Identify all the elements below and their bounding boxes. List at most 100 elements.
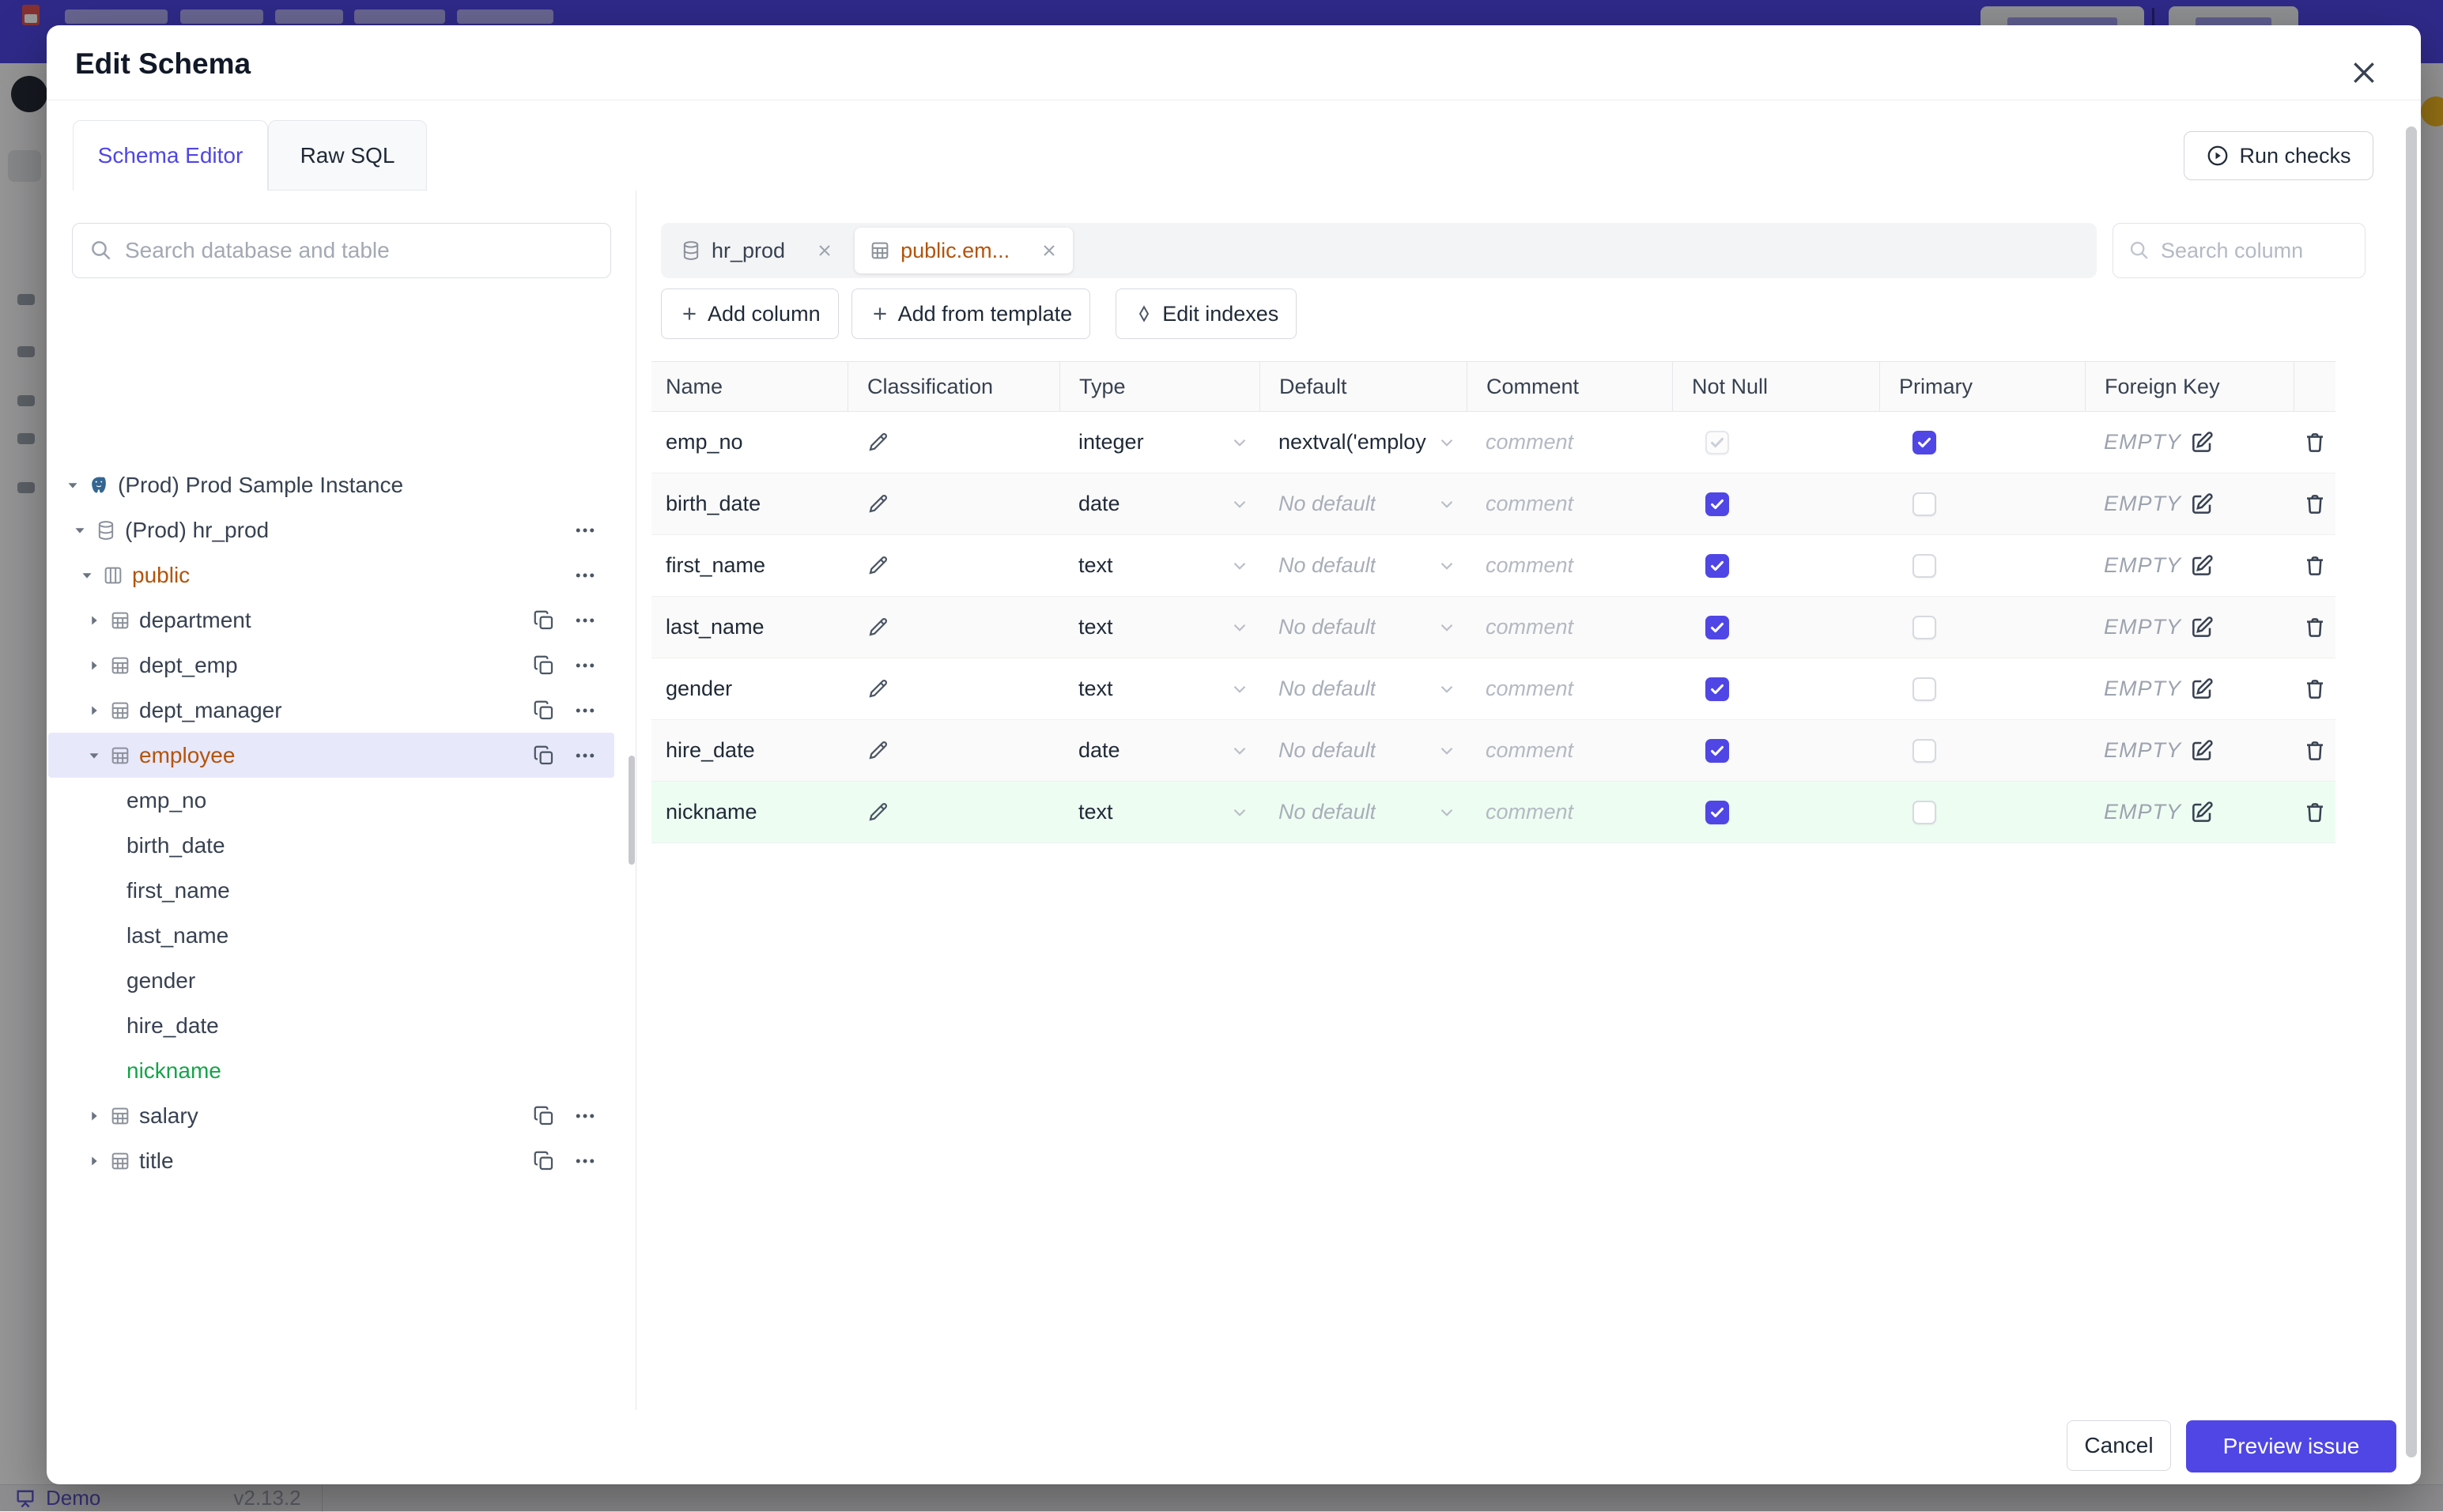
column-name-cell[interactable]: nickname — [651, 782, 848, 843]
primary-checkbox[interactable] — [1912, 801, 1936, 824]
type-select[interactable]: text — [1059, 535, 1259, 596]
default-select[interactable]: No default — [1259, 658, 1467, 719]
column-name-cell[interactable]: gender — [651, 658, 848, 719]
preview-issue-button[interactable]: Preview issue — [2186, 1420, 2396, 1472]
primary-checkbox[interactable] — [1912, 739, 1936, 763]
edit-foreign-key-icon[interactable] — [2189, 677, 2215, 702]
more-actions-icon[interactable] — [573, 1104, 597, 1128]
edit-indexes-button[interactable]: Edit indexes — [1116, 288, 1297, 339]
tree-item-dept_manager[interactable]: dept_manager — [48, 688, 614, 733]
delete-column-icon[interactable] — [2302, 492, 2328, 517]
tree-item-salary[interactable]: salary — [48, 1093, 614, 1138]
delete-column-icon[interactable] — [2302, 800, 2328, 825]
not-null-checkbox[interactable] — [1705, 431, 1729, 454]
delete-column-icon[interactable] — [2302, 430, 2328, 455]
tree-item-dept_emp[interactable]: dept_emp — [48, 643, 614, 688]
add-from-template-button[interactable]: Add from template — [851, 288, 1091, 339]
edit-classification-icon[interactable] — [867, 616, 890, 639]
caret-right-icon[interactable] — [85, 1107, 103, 1125]
edit-classification-icon[interactable] — [867, 801, 890, 824]
caret-right-icon[interactable] — [85, 1152, 103, 1170]
not-null-checkbox[interactable] — [1705, 616, 1729, 639]
add-column-button[interactable]: Add column — [661, 288, 839, 339]
caret-right-icon[interactable] — [85, 702, 103, 719]
default-select[interactable]: No default — [1259, 597, 1467, 658]
comment-input[interactable]: comment — [1467, 782, 1672, 843]
comment-input[interactable]: comment — [1467, 473, 1672, 534]
close-icon[interactable] — [2348, 57, 2380, 89]
edit-foreign-key-icon[interactable] — [2189, 553, 2215, 579]
primary-checkbox[interactable] — [1912, 677, 1936, 701]
column-name-cell[interactable]: hire_date — [651, 720, 848, 781]
tree-item-public[interactable]: public — [48, 552, 614, 598]
edit-classification-icon[interactable] — [867, 492, 890, 516]
caret-down-icon[interactable] — [78, 567, 96, 584]
default-select[interactable]: No default — [1259, 782, 1467, 843]
editor-tab-hr_prod[interactable]: hr_prod — [666, 228, 848, 273]
delete-column-icon[interactable] — [2302, 553, 2328, 579]
caret-down-icon[interactable] — [85, 747, 103, 764]
tree-column-nickname[interactable]: nickname — [48, 1048, 614, 1093]
tab-schema-editor[interactable]: Schema Editor — [73, 120, 268, 190]
default-select[interactable]: No default — [1259, 535, 1467, 596]
edit-foreign-key-icon[interactable] — [2189, 615, 2215, 640]
type-select[interactable]: text — [1059, 782, 1259, 843]
more-actions-icon[interactable] — [573, 654, 597, 677]
cancel-button[interactable]: Cancel — [2067, 1420, 2171, 1471]
not-null-checkbox[interactable] — [1705, 554, 1729, 578]
edit-classification-icon[interactable] — [867, 554, 890, 578]
primary-checkbox[interactable] — [1912, 616, 1936, 639]
more-actions-icon[interactable] — [573, 609, 597, 632]
type-select[interactable]: text — [1059, 658, 1259, 719]
sidebar-scrollbar[interactable] — [629, 756, 635, 865]
delete-column-icon[interactable] — [2302, 615, 2328, 640]
tree-item-employee[interactable]: employee — [48, 733, 614, 778]
tree-column-last_name[interactable]: last_name — [48, 913, 614, 958]
caret-down-icon[interactable] — [71, 522, 89, 539]
tree-item-title[interactable]: title — [48, 1138, 614, 1183]
primary-checkbox[interactable] — [1912, 431, 1936, 454]
comment-input[interactable]: comment — [1467, 720, 1672, 781]
more-actions-icon[interactable] — [573, 699, 597, 722]
edit-foreign-key-icon[interactable] — [2189, 430, 2215, 455]
type-select[interactable]: text — [1059, 597, 1259, 658]
edit-foreign-key-icon[interactable] — [2189, 738, 2215, 764]
delete-column-icon[interactable] — [2302, 677, 2328, 702]
not-null-checkbox[interactable] — [1705, 677, 1729, 701]
comment-input[interactable]: comment — [1467, 597, 1672, 658]
editor-tab-public-em-[interactable]: public.em... — [855, 228, 1073, 273]
tree-item--prod-hr_prod[interactable]: (Prod) hr_prod — [48, 507, 614, 552]
delete-column-icon[interactable] — [2302, 738, 2328, 764]
column-search-input[interactable] — [2113, 223, 2366, 278]
comment-input[interactable]: comment — [1467, 412, 1672, 473]
type-select[interactable]: date — [1059, 720, 1259, 781]
close-tab-icon[interactable] — [1040, 241, 1059, 260]
edit-classification-icon[interactable] — [867, 739, 890, 763]
duplicate-table-icon[interactable] — [532, 744, 556, 767]
edit-foreign-key-icon[interactable] — [2189, 492, 2215, 517]
tree-item-department[interactable]: department — [48, 598, 614, 643]
tree-search-input[interactable] — [72, 223, 611, 278]
duplicate-table-icon[interactable] — [532, 609, 556, 632]
column-name-cell[interactable]: last_name — [651, 597, 848, 658]
caret-right-icon[interactable] — [85, 657, 103, 674]
edit-foreign-key-icon[interactable] — [2189, 800, 2215, 825]
type-select[interactable]: date — [1059, 473, 1259, 534]
comment-input[interactable]: comment — [1467, 658, 1672, 719]
not-null-checkbox[interactable] — [1705, 492, 1729, 516]
not-null-checkbox[interactable] — [1705, 739, 1729, 763]
more-actions-icon[interactable] — [573, 518, 597, 542]
duplicate-table-icon[interactable] — [532, 1149, 556, 1173]
type-select[interactable]: integer — [1059, 412, 1259, 473]
column-name-cell[interactable]: first_name — [651, 535, 848, 596]
not-null-checkbox[interactable] — [1705, 801, 1729, 824]
duplicate-table-icon[interactable] — [532, 699, 556, 722]
default-select[interactable]: No default — [1259, 720, 1467, 781]
tab-raw-sql[interactable]: Raw SQL — [268, 120, 427, 190]
tree-item--prod-prod-sample-instance[interactable]: (Prod) Prod Sample Instance — [48, 462, 614, 507]
tree-column-emp_no[interactable]: emp_no — [48, 778, 614, 823]
more-actions-icon[interactable] — [573, 1149, 597, 1173]
comment-input[interactable]: comment — [1467, 535, 1672, 596]
default-select[interactable]: No default — [1259, 473, 1467, 534]
edit-classification-icon[interactable] — [867, 431, 890, 454]
